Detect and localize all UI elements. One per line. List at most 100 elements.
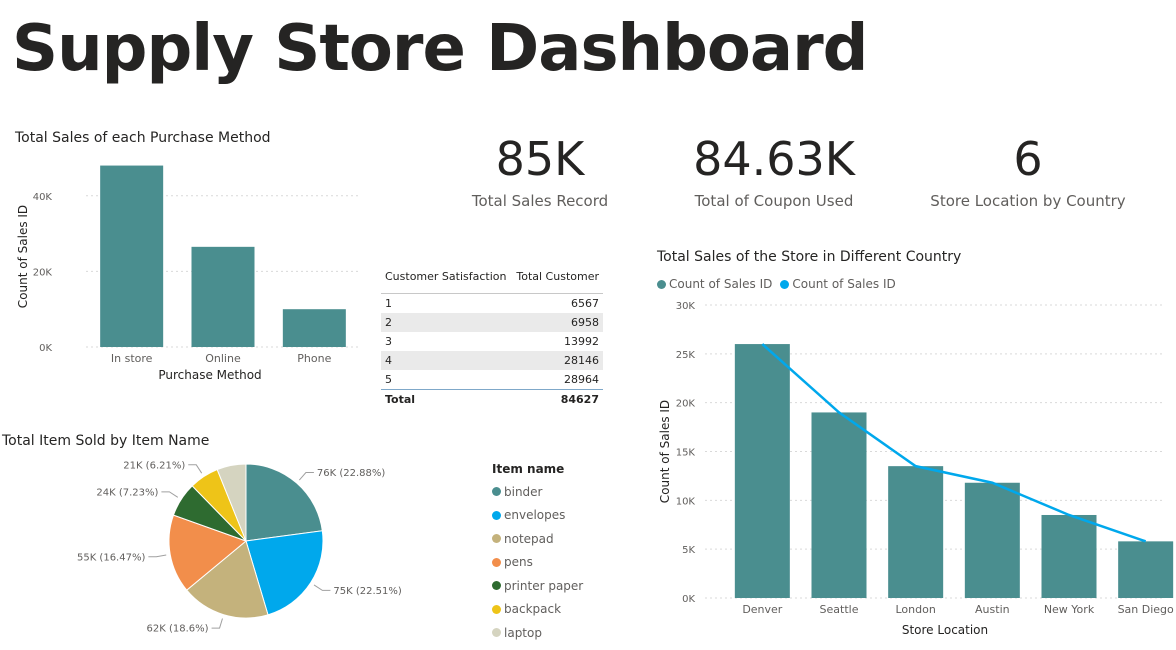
cell-total-value: 84627 <box>511 389 603 409</box>
store-country-chart[interactable]: 0K 5K 10K 15K 20K 25K 30K Denver Seattle London Au… <box>650 295 1176 640</box>
country-chart-title: Total Sales of the Store in Different Co… <box>657 249 962 265</box>
table-row[interactable]: 2 6958 <box>381 313 603 332</box>
kpi-label: Store Location by Country <box>930 192 1126 210</box>
satisfaction-table[interactable]: Customer Satisfaction Total Customer 1 65… <box>381 266 603 409</box>
x-tick-label: Austin <box>975 603 1010 616</box>
pie-data-label: 21K (6.21%) <box>123 460 185 471</box>
legend-label-bar[interactable]: Count of Sales ID <box>669 277 772 291</box>
cell-count: 6958 <box>511 313 603 332</box>
bar-san-diego <box>1118 541 1174 598</box>
legend-dot-line <box>780 279 790 289</box>
cell-count: 6567 <box>571 297 599 310</box>
y-tick-label: 0K <box>39 343 52 354</box>
kpi-total-coupon-used[interactable]: 84.63K Total of Coupon Used <box>669 136 879 210</box>
table-header-row: Customer Satisfaction Total Customer <box>381 266 603 294</box>
y-axis-label: Count of Sales ID <box>658 400 672 503</box>
kpi-label: Total Sales Record <box>471 192 609 210</box>
bar-denver <box>734 344 790 598</box>
legend-label: printer paper <box>504 578 584 593</box>
y-tick-label: 10K <box>676 496 696 507</box>
pie-leader-line <box>161 491 179 498</box>
legend-label: binder <box>504 484 543 499</box>
bar-in-store <box>100 165 164 347</box>
cell-rating: 2 <box>381 313 512 332</box>
y-tick-label: 40K <box>33 192 53 203</box>
x-tick-label: New York <box>1044 603 1095 616</box>
header-customer-satisfaction[interactable]: Customer Satisfaction <box>381 266 512 294</box>
table-row[interactable]: 5 28964 <box>381 370 603 390</box>
legend-label: pens <box>504 555 533 570</box>
legend-dot-bar <box>657 279 666 289</box>
bar-new-york <box>1041 514 1097 598</box>
kpi-total-sales-record[interactable]: 85K Total Sales Record <box>440 136 640 210</box>
pie-legend-title: Item name <box>492 462 565 476</box>
cell-total-label: Total <box>381 389 512 409</box>
y-axis-label: Count of Sales ID <box>16 205 30 308</box>
table-row[interactable]: 1 6567 <box>381 294 603 314</box>
legend-dot <box>492 487 501 497</box>
purchase-method-chart[interactable]: 0K 20K 40K In store Online Phone Purchase Meth… <box>0 150 370 390</box>
legend-dot <box>492 581 501 591</box>
cell-count: 28964 <box>564 373 599 386</box>
legend-item-binder[interactable]: binder <box>492 480 583 504</box>
legend-item-backpack[interactable]: backpack <box>492 598 583 622</box>
y-tick-label: 20K <box>33 267 53 278</box>
legend-item-notepad[interactable]: notepad <box>492 527 583 551</box>
x-tick-label: Phone <box>297 352 331 365</box>
header-total-customer[interactable]: Total Customer <box>511 266 603 294</box>
legend-item-pens[interactable]: pens <box>492 551 583 575</box>
legend-dot <box>492 604 501 614</box>
x-axis-label: Store Location <box>902 623 988 637</box>
pie-data-label: 76K (22.88%) <box>317 468 385 479</box>
legend-label: envelopes <box>504 508 566 523</box>
table-row[interactable]: 4 28146 <box>381 351 603 370</box>
legend-dot <box>492 628 501 638</box>
legend-item-envelopes[interactable]: envelopes <box>492 504 583 528</box>
x-tick-label: In store <box>111 352 153 365</box>
cell-rating: 5 <box>385 373 392 386</box>
pie-leader-line <box>313 584 331 591</box>
legend-label-line[interactable]: Count of Sales ID <box>792 277 895 291</box>
cell-rating: 3 <box>385 335 392 348</box>
kpi-label: Total of Coupon Used <box>694 192 854 210</box>
bar-online <box>191 246 255 347</box>
pie-slice-binder <box>245 463 323 542</box>
cell-count: 13992 <box>564 335 599 348</box>
legend-dot <box>492 534 501 544</box>
y-tick-label: 5K <box>682 545 695 556</box>
x-tick-label: London <box>896 603 936 616</box>
legend-dot <box>492 557 501 567</box>
legend-item-printer-paper[interactable]: printer paper <box>492 574 583 598</box>
x-tick-label: Online <box>205 352 241 365</box>
kpi-value: 85K <box>495 132 585 186</box>
item-sold-pie-chart[interactable]: 76K (22.88%) 75K (22.51%) 62K (18.6%) 55K (… <box>0 455 480 650</box>
y-tick-label: 0K <box>682 594 695 605</box>
legend-label: notepad <box>504 531 554 546</box>
pie-data-label: 55K (16.47%) <box>77 552 145 563</box>
pie-leader-line <box>298 472 314 481</box>
bar-london <box>888 466 944 598</box>
kpi-value: 84.63K <box>693 132 855 186</box>
bar-phone <box>282 309 346 347</box>
pie-leader-line <box>211 618 223 629</box>
y-tick-label: 30K <box>676 301 696 312</box>
legend-label: laptop <box>504 625 542 640</box>
y-tick-label: 15K <box>676 448 696 459</box>
pie-data-label: 62K (18.6%) <box>147 624 209 635</box>
table-row[interactable]: 3 13992 <box>381 332 603 351</box>
bar-austin <box>964 482 1020 598</box>
pie-leader-line <box>148 554 167 558</box>
legend-item-laptop[interactable]: laptop <box>492 621 583 645</box>
kpi-store-location-count[interactable]: 6 Store Location by Country <box>928 136 1128 210</box>
bar-seattle <box>811 412 867 598</box>
table-total-row: Total 84627 <box>381 389 603 409</box>
pie-legend: Item name binder envelopes notepad pens … <box>492 462 583 645</box>
pie-leader-line <box>188 464 203 474</box>
pie-chart-title: Total Item Sold by Item Name <box>2 433 210 449</box>
x-axis-label: Purchase Method <box>158 368 261 382</box>
cell-count: 28146 <box>511 351 603 370</box>
y-tick-label: 20K <box>676 399 696 410</box>
x-tick-label: San Diego <box>1118 603 1174 616</box>
legend-label: backpack <box>504 602 562 617</box>
kpi-value: 6 <box>1013 132 1043 186</box>
